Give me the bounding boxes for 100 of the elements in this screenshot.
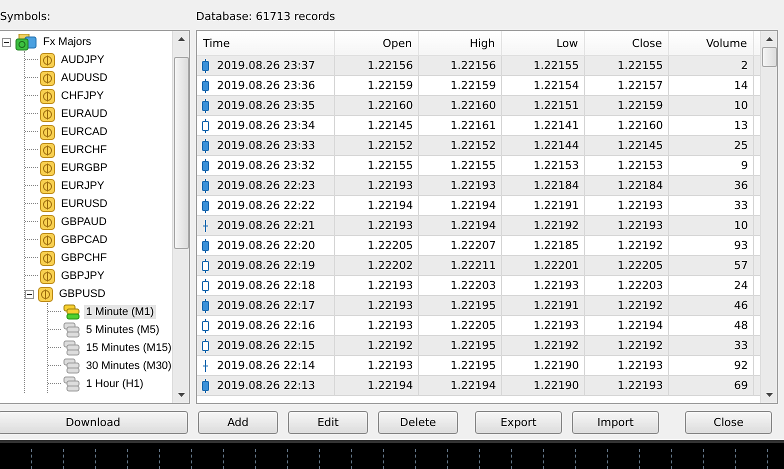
table-cell: 1.22155 — [335, 156, 419, 175]
table-cell: 1.22195 — [419, 296, 502, 315]
column-header[interactable]: High — [419, 31, 502, 55]
column-header[interactable]: Low — [502, 31, 585, 55]
download-button[interactable]: Download — [0, 410, 188, 434]
action-button[interactable]: Import — [572, 410, 659, 434]
tree-item[interactable]: Fx Majors — [41, 35, 94, 49]
coin-icon — [40, 124, 55, 140]
table-cell: 2019.08.26 22:18 — [217, 279, 316, 292]
table-cell: 1.22155 — [502, 56, 585, 75]
table-cell: 9 — [669, 156, 754, 175]
coin-icon — [40, 214, 55, 230]
table-cell: 92 — [669, 356, 754, 375]
table-cell: 1.22160 — [419, 96, 502, 115]
scroll-up-icon[interactable] — [766, 37, 772, 41]
tree-item[interactable]: CHFJPY — [59, 89, 106, 103]
table-cell: 1.22193 — [335, 216, 419, 235]
table-cell: 1.22190 — [502, 356, 585, 375]
tree-item[interactable]: GBPAUD — [59, 215, 109, 229]
table-cell: 2019.08.26 22:20 — [217, 239, 316, 252]
tree-item[interactable]: EURAUD — [59, 107, 110, 121]
table-cell: 2019.08.26 23:36 — [217, 79, 316, 92]
tree-item[interactable]: EURGBP — [59, 161, 110, 175]
tree-item[interactable]: GBPCHF — [59, 251, 109, 265]
tree-item[interactable]: EURJPY — [59, 179, 106, 193]
tree-item[interactable]: GBPUSD — [57, 287, 108, 301]
table-cell: 1.22159 — [585, 96, 669, 115]
scroll-thumb[interactable] — [174, 57, 188, 249]
coin-icon — [40, 88, 55, 104]
action-button[interactable]: Edit — [288, 410, 368, 434]
table-cell: 2 — [669, 56, 754, 75]
folder-icon — [15, 34, 37, 50]
table-cell: 1.22203 — [419, 276, 502, 295]
table-cell: 1.22194 — [419, 376, 502, 395]
tree-item[interactable]: GBPJPY — [59, 269, 106, 283]
table-cell: 1.22190 — [502, 376, 585, 395]
table-cell: 1.22195 — [419, 336, 502, 355]
tree-item[interactable]: EURCHF — [59, 143, 109, 157]
table-cell: 1.22193 — [585, 216, 669, 235]
collapse-icon[interactable] — [25, 290, 34, 298]
table-cell: 1.22203 — [585, 276, 669, 295]
tree-item[interactable]: 30 Minutes (M30) — [84, 359, 172, 373]
table-cell: 69 — [669, 376, 754, 395]
table-cell: 1.22159 — [335, 76, 419, 95]
tree-item[interactable]: EURUSD — [59, 197, 110, 211]
tree-item[interactable]: GBPCAD — [59, 233, 110, 247]
table-cell: 1.22192 — [502, 216, 585, 235]
table-cell: 1.22193 — [585, 356, 669, 375]
coin-icon — [40, 52, 55, 68]
scroll-down-icon[interactable] — [766, 393, 772, 397]
table-cell: 1.22205 — [585, 256, 669, 275]
table-cell: 1.22194 — [335, 196, 419, 215]
column-header[interactable]: Volume — [669, 31, 754, 55]
table-cell: 1.22156 — [335, 56, 419, 75]
table-cell: 1.22157 — [585, 76, 669, 95]
tree-item[interactable]: 1 Minute (M1) — [84, 305, 156, 319]
table-cell: 1.22193 — [335, 316, 419, 335]
action-button[interactable]: Add — [198, 410, 278, 434]
tree-item[interactable]: 5 Minutes (M5) — [84, 323, 162, 337]
tree-item[interactable]: AUDUSD — [59, 71, 110, 85]
coin-icon — [40, 106, 55, 122]
table-cell: 1.22194 — [585, 316, 669, 335]
table-cell: 1.22153 — [585, 156, 669, 175]
database-label: Database: 61713 records — [196, 9, 336, 25]
tree-item[interactable]: 1 Hour (H1) — [84, 377, 146, 391]
close-button[interactable]: Close — [685, 410, 772, 434]
coin-icon — [40, 178, 55, 194]
database-icon — [63, 340, 80, 356]
scroll-thumb[interactable] — [762, 47, 776, 67]
scroll-down-icon[interactable] — [178, 393, 184, 397]
tree-item[interactable]: AUDJPY — [59, 53, 106, 67]
table-cell: 2019.08.26 23:34 — [217, 119, 316, 132]
table-cell: 1.22193 — [335, 356, 419, 375]
column-header[interactable]: Time — [197, 31, 335, 55]
collapse-icon[interactable] — [2, 38, 11, 46]
tree-item[interactable]: 15 Minutes (M15) — [84, 341, 172, 355]
table-cell: 1.22192 — [335, 336, 419, 355]
coin-icon — [40, 196, 55, 212]
coin-icon — [38, 286, 53, 302]
table-cell: 33 — [669, 196, 754, 215]
table-cell: 1.22193 — [335, 176, 419, 195]
scroll-up-icon[interactable] — [178, 37, 184, 41]
action-button[interactable]: Export — [475, 410, 562, 434]
column-header[interactable]: Open — [335, 31, 419, 55]
column-header[interactable]: Close — [585, 31, 669, 55]
tree-item[interactable]: EURCAD — [59, 125, 110, 139]
table-cell: 1.22191 — [502, 296, 585, 315]
table-cell: 2019.08.26 23:35 — [217, 99, 316, 112]
table-cell: 1.22145 — [585, 136, 669, 155]
table-cell: 1.22144 — [502, 136, 585, 155]
coin-icon — [40, 232, 55, 248]
table-cell: 2019.08.26 22:16 — [217, 319, 316, 332]
table-cell: 2019.08.26 22:14 — [217, 359, 316, 372]
table-cell: 1.22205 — [419, 316, 502, 335]
table-cell: 1.22194 — [419, 196, 502, 215]
table-cell: 57 — [669, 256, 754, 275]
table-cell: 1.22153 — [502, 156, 585, 175]
action-button[interactable]: Delete — [378, 410, 458, 434]
table-cell: 1.22184 — [585, 176, 669, 195]
table-cell: 1.22193 — [502, 316, 585, 335]
